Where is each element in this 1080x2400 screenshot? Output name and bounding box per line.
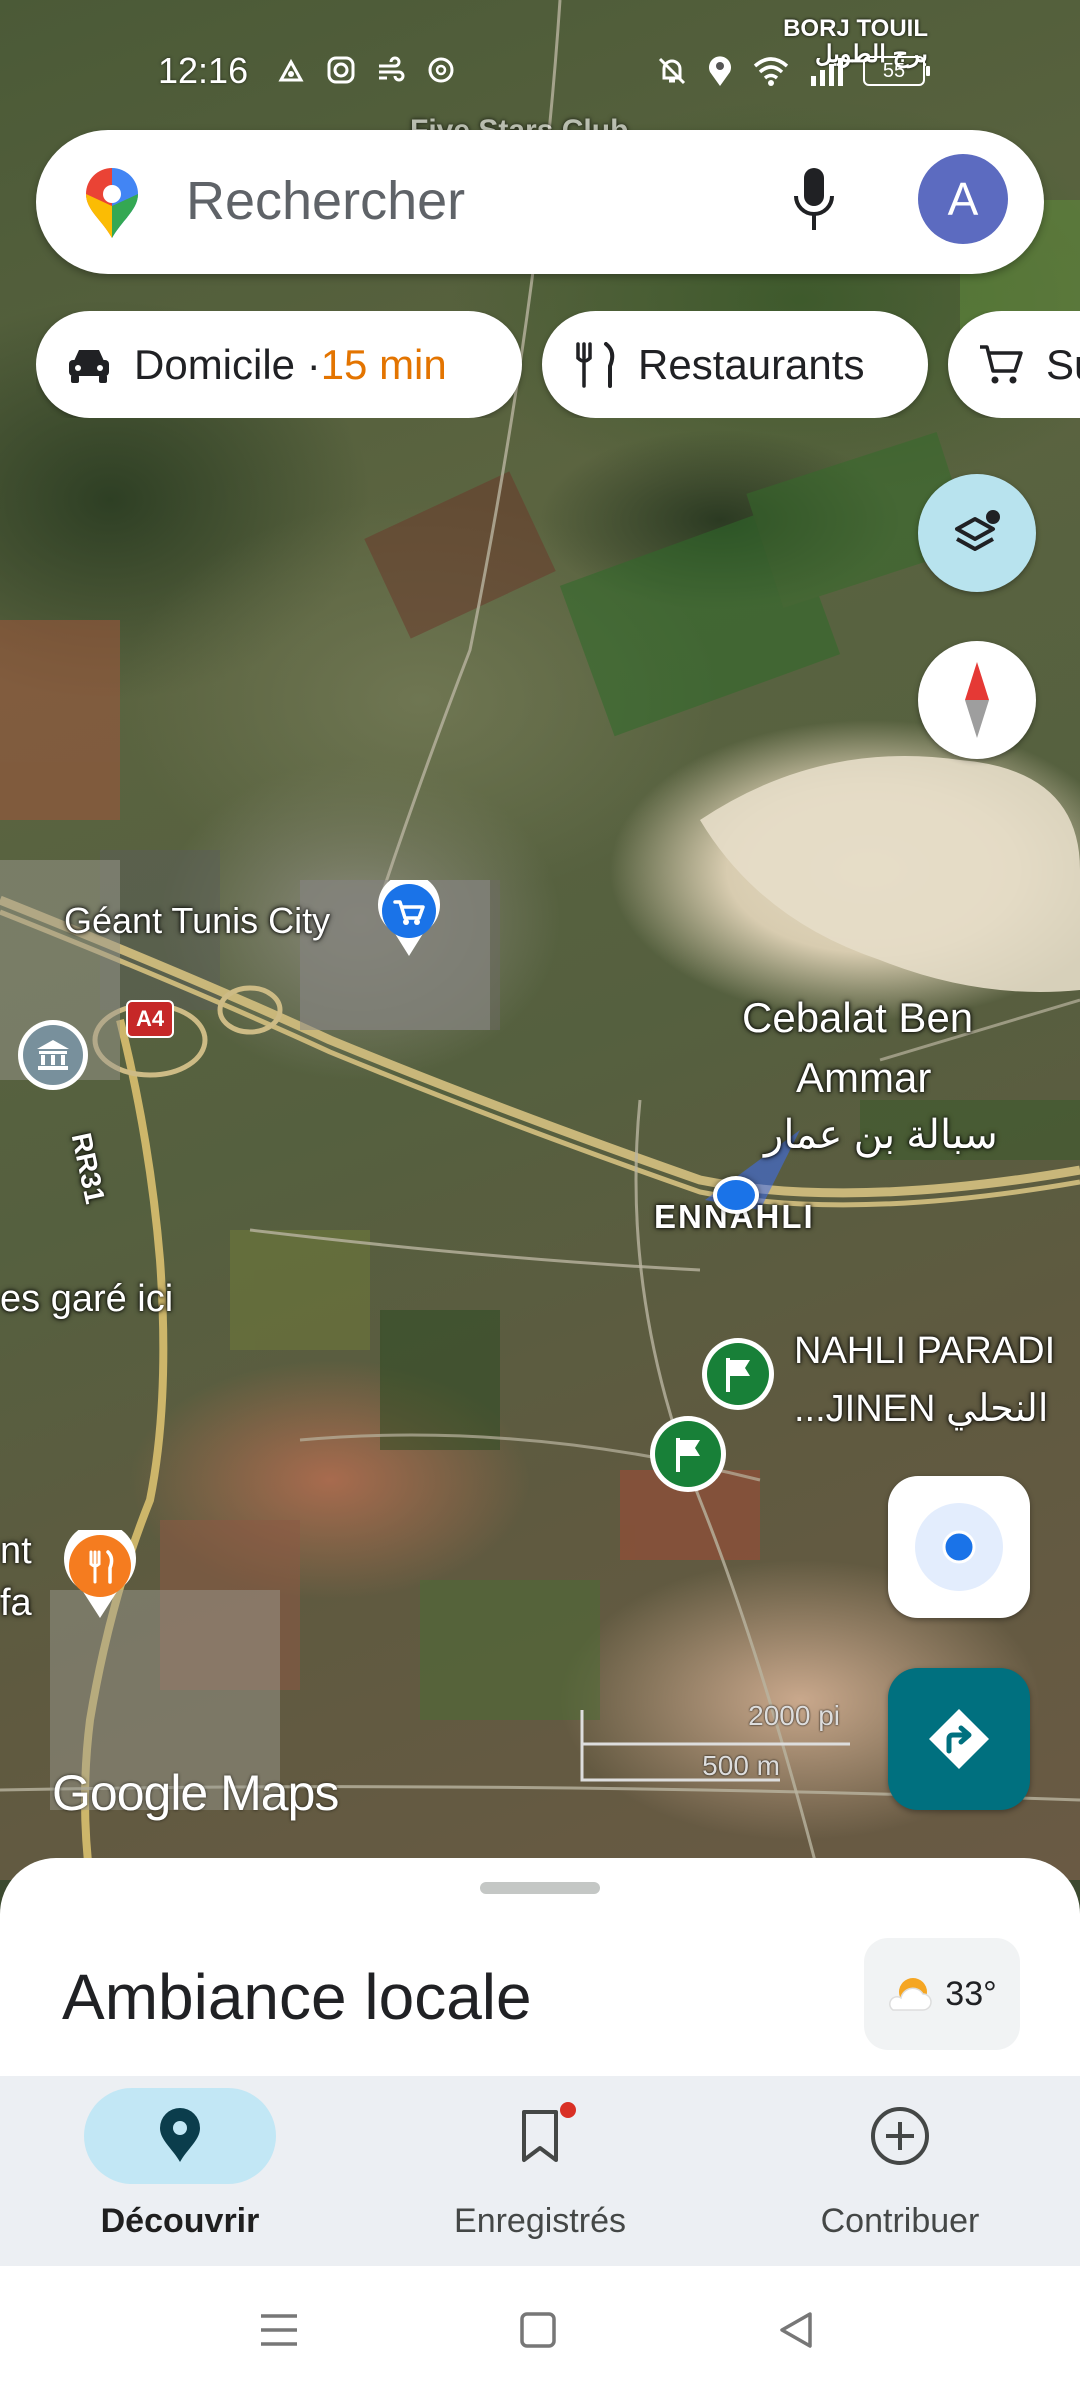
home-icon[interactable] <box>518 2310 558 2350</box>
town-label-2: Ammar <box>796 1054 932 1101</box>
cart-icon <box>980 344 1023 383</box>
status-time: 12:16 <box>158 50 249 91</box>
battery-indicator: 55 <box>863 56 930 86</box>
scale-imperial: 2000 pi <box>748 1700 840 1731</box>
chip-home[interactable]: Domicile · 15 min <box>36 311 522 418</box>
nav-explore-label: Découvrir <box>100 2202 260 2240</box>
nav-saved-label: Enregistrés <box>454 2202 626 2240</box>
map-scale: 2000 pi 500 m <box>580 1700 860 1790</box>
flag-pin-icon-1[interactable] <box>700 1336 776 1417</box>
search-bar[interactable]: Rechercher A <box>36 130 1044 274</box>
town-label-1: Cebalat Ben <box>742 994 974 1041</box>
nav-contribute-label: Contribuer <box>820 2202 980 2240</box>
chip-restaurants-label: Restaurants <box>638 340 865 388</box>
weather-temperature: 33° <box>945 1974 997 2013</box>
wifi-icon <box>753 57 789 86</box>
search-input[interactable]: Rechercher <box>186 170 465 232</box>
weather-chip[interactable]: 33° <box>864 1938 1020 2050</box>
chatgpt-icon <box>428 57 454 83</box>
microphone-icon[interactable] <box>792 166 836 236</box>
fork-knife-icon <box>576 341 615 388</box>
layers-button[interactable] <box>918 474 1036 592</box>
poi-label-park-1[interactable]: NAHLI PARADI <box>794 1330 1055 1373</box>
nav-contribute[interactable]: Contribuer <box>750 2088 1050 2258</box>
restaurant-pin-icon[interactable] <box>62 1522 138 1625</box>
menu-icon[interactable] <box>258 2310 300 2350</box>
bottom-navigation: Découvrir Enregistrés Contribuer <box>0 2076 1080 2266</box>
my-location-button[interactable] <box>888 1476 1030 1618</box>
chip-restaurants[interactable]: Restaurants <box>542 311 928 418</box>
poi-label-restaurant-1[interactable]: nt <box>0 1530 32 1573</box>
explore-pin-icon <box>160 2108 200 2162</box>
chip-home-eta: 15 min <box>320 340 447 388</box>
poi-label-restaurant-2[interactable]: fa <box>0 1582 32 1625</box>
instagram-icon <box>327 56 355 84</box>
location-status-icon <box>709 56 731 86</box>
chip-supermarkets[interactable]: Su <box>948 311 1080 418</box>
directions-button[interactable] <box>888 1668 1030 1810</box>
mute-bell-icon <box>658 57 686 85</box>
chip-supermarkets-label: Su <box>1046 340 1080 388</box>
app-notification-icon <box>278 58 304 82</box>
google-maps-pin-icon <box>86 168 138 238</box>
my-location-dot <box>713 1176 759 1214</box>
add-circle-icon <box>871 2107 929 2165</box>
nav-explore[interactable]: Découvrir <box>30 2088 330 2258</box>
parked-car-label[interactable]: es garé ici <box>0 1278 173 1321</box>
scale-metric: 500 m <box>702 1750 780 1781</box>
signal-icon <box>811 58 843 86</box>
account-avatar[interactable]: A <box>918 154 1008 244</box>
compass-icon <box>965 662 989 738</box>
status-bar: 12:16 BORJ TOUIL برج الطويل 55 <box>0 0 1080 130</box>
road-shield-a4: A4 <box>126 1000 174 1038</box>
sheet-title: Ambiance locale <box>62 1961 532 2033</box>
wind-app-icon <box>379 56 405 82</box>
compass-button[interactable] <box>918 641 1036 759</box>
poi-label-park-2[interactable]: ...JINEN النحلي <box>794 1386 1048 1431</box>
shopping-cart-pin-icon[interactable] <box>376 873 442 963</box>
sheet-drag-handle[interactable] <box>480 1882 600 1894</box>
flag-pin-icon-2[interactable] <box>648 1414 728 1499</box>
town-label-arabic: سبالة بن عمار <box>764 1113 998 1157</box>
notification-dot <box>560 2102 576 2118</box>
my-location-icon <box>915 1503 1003 1591</box>
quick-chips: Domicile · 15 min Restaurants Su <box>36 311 1080 418</box>
google-maps-watermark: Google Maps <box>52 1765 339 1821</box>
nav-saved[interactable]: Enregistrés <box>390 2088 690 2258</box>
directions-icon <box>929 1709 989 1769</box>
poi-label-mall[interactable]: Géant Tunis City <box>64 900 330 942</box>
back-icon[interactable] <box>776 2310 816 2350</box>
car-icon <box>69 349 109 383</box>
partly-sunny-icon <box>889 1978 932 2011</box>
bookmark-icon <box>522 2110 558 2162</box>
layers-icon <box>955 510 1000 551</box>
museum-pin-icon[interactable] <box>16 1018 90 1097</box>
explore-sheet[interactable]: Ambiance locale 33° <box>0 1858 1080 2078</box>
chip-home-label: Domicile · <box>134 340 321 388</box>
system-navigation-bar <box>0 2266 1080 2400</box>
